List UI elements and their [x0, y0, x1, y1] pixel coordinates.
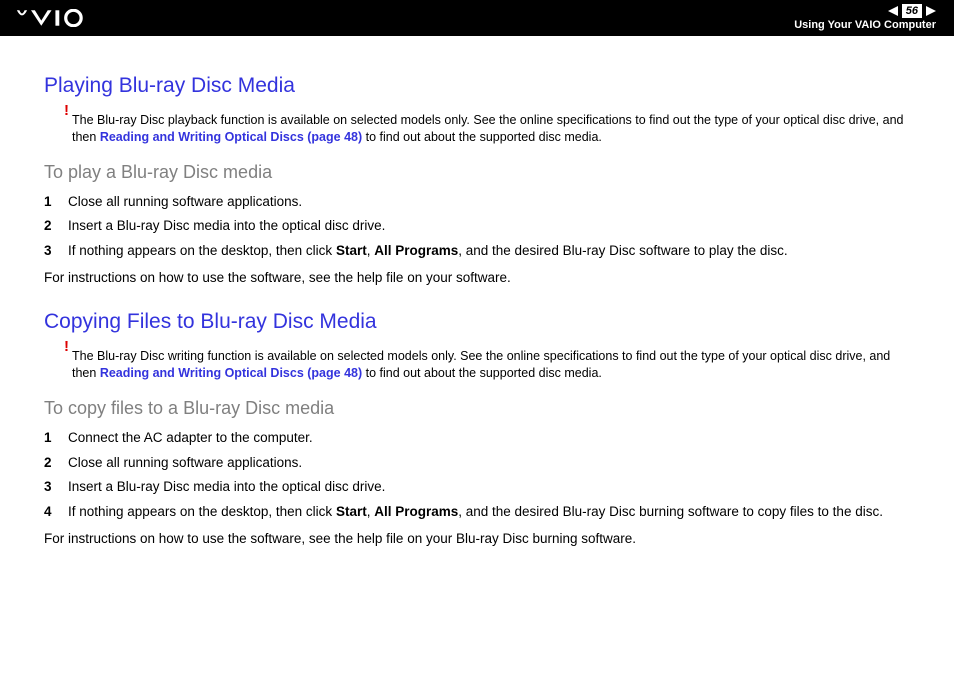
step-number: 4	[44, 502, 68, 522]
step-number: 2	[44, 453, 68, 473]
note-playing: ! The Blu-ray Disc playback function is …	[72, 112, 918, 147]
note-text-post: to find out about the supported disc med…	[362, 366, 602, 380]
next-page-arrow-icon[interactable]	[926, 6, 936, 16]
step-number: 3	[44, 241, 68, 261]
after-note-copy: For instructions on how to use the softw…	[44, 529, 918, 549]
step-text: Close all running software applications.	[68, 192, 918, 212]
header-bar: 56 Using Your VAIO Computer	[0, 0, 954, 36]
subhead-copy: To copy files to a Blu-ray Disc media	[44, 395, 918, 422]
note-copying: ! The Blu-ray Disc writing function is a…	[72, 348, 918, 383]
page-nav: 56	[794, 4, 936, 18]
header-right: 56 Using Your VAIO Computer	[794, 4, 936, 33]
list-item: 4If nothing appears on the desktop, then…	[44, 502, 918, 522]
list-item: 1Close all running software applications…	[44, 192, 918, 212]
list-item: 1Connect the AC adapter to the computer.	[44, 428, 918, 448]
after-note-play: For instructions on how to use the softw…	[44, 268, 918, 288]
vaio-logo	[12, 9, 122, 27]
step-text: If nothing appears on the desktop, then …	[68, 241, 918, 261]
step-number: 1	[44, 192, 68, 212]
note-link[interactable]: Reading and Writing Optical Discs (page …	[100, 130, 362, 144]
subhead-play: To play a Blu-ray Disc media	[44, 159, 918, 186]
list-item: 2Insert a Blu-ray Disc media into the op…	[44, 216, 918, 236]
step-number: 1	[44, 428, 68, 448]
list-item: 3If nothing appears on the desktop, then…	[44, 241, 918, 261]
list-item: 2Close all running software applications…	[44, 453, 918, 473]
step-number: 3	[44, 477, 68, 497]
step-text: If nothing appears on the desktop, then …	[68, 502, 918, 522]
step-text: Connect the AC adapter to the computer.	[68, 428, 918, 448]
steps-copy: 1Connect the AC adapter to the computer.…	[44, 428, 918, 521]
breadcrumb: Using Your VAIO Computer	[794, 18, 936, 32]
steps-play: 1Close all running software applications…	[44, 192, 918, 261]
page-number: 56	[902, 4, 922, 18]
alert-icon: !	[64, 336, 69, 357]
page-content: Playing Blu-ray Disc Media ! The Blu-ray…	[0, 36, 954, 549]
step-text: Close all running software applications.	[68, 453, 918, 473]
alert-icon: !	[64, 100, 69, 121]
section-title-copying: Copying Files to Blu-ray Disc Media	[44, 306, 918, 338]
step-number: 2	[44, 216, 68, 236]
note-text-post: to find out about the supported disc med…	[362, 130, 602, 144]
step-text: Insert a Blu-ray Disc media into the opt…	[68, 216, 918, 236]
section-title-playing: Playing Blu-ray Disc Media	[44, 70, 918, 102]
list-item: 3Insert a Blu-ray Disc media into the op…	[44, 477, 918, 497]
note-link[interactable]: Reading and Writing Optical Discs (page …	[100, 366, 362, 380]
step-text: Insert a Blu-ray Disc media into the opt…	[68, 477, 918, 497]
prev-page-arrow-icon[interactable]	[888, 6, 898, 16]
